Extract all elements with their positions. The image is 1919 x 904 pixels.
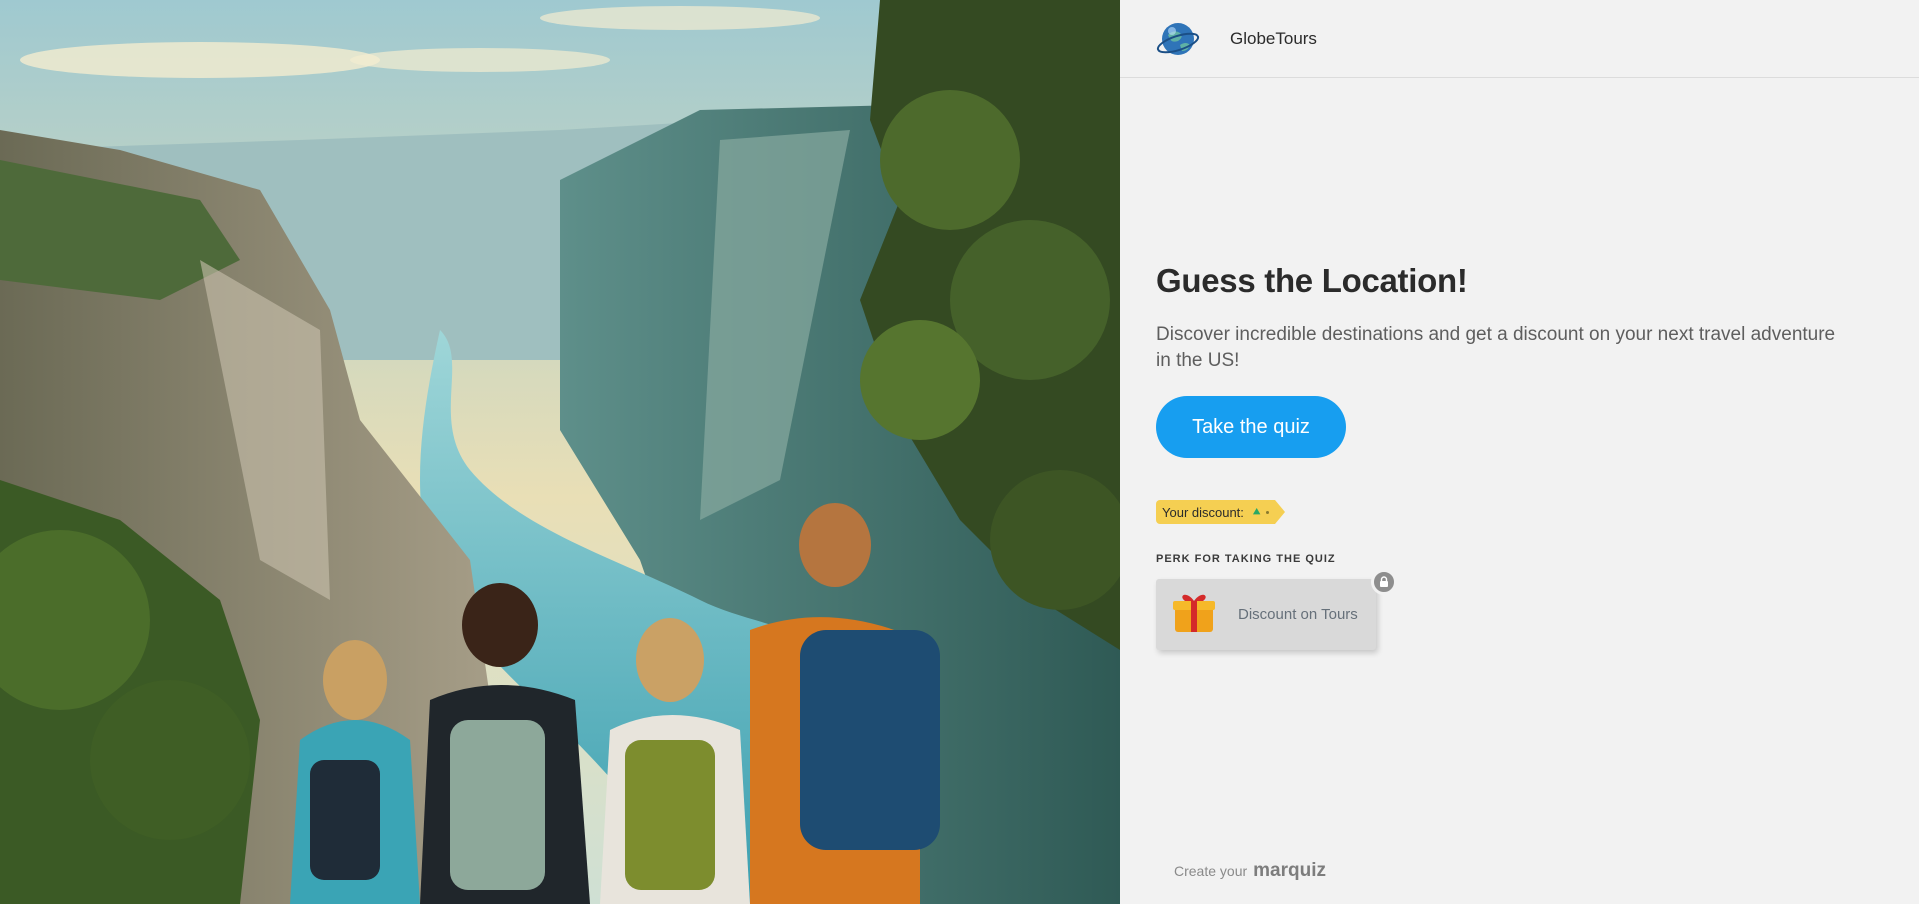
header: GlobeTours (1120, 0, 1919, 78)
perk-section-label: PERK FOR TAKING THE QUIZ (1156, 553, 1336, 565)
perk-card-label: Discount on Tours (1238, 606, 1358, 623)
footer-prefix: Create your (1174, 863, 1248, 879)
hero-image (0, 0, 1120, 904)
chevron-up-icon: ⯅ (1251, 504, 1262, 519)
globe-logo-icon (1156, 17, 1200, 61)
marquiz-logo: marquiz (1253, 860, 1327, 881)
page-subtitle: Discover incredible destinations and get… (1156, 324, 1836, 371)
marquiz-footer-link[interactable]: Create your marquiz (1174, 860, 1326, 882)
perk-card[interactable]: Discount on Tours (1156, 579, 1376, 650)
take-quiz-button[interactable]: Take the quiz (1156, 396, 1346, 458)
lock-icon (1371, 569, 1397, 595)
dot-icon (1265, 510, 1269, 514)
hero-text: Guess the Location! Discover incredible … (1156, 262, 1856, 458)
discount-tag: Your discount: ⯅ (1156, 500, 1285, 524)
brand-name: GlobeTours (1230, 28, 1317, 48)
discount-label: Your discount: (1162, 504, 1244, 520)
gift-icon (1170, 588, 1218, 641)
page-title: Guess the Location! (1156, 262, 1468, 299)
canyon-landscape-illustration (0, 0, 1120, 904)
quiz-panel: GlobeTours Guess the Location! Discover … (1120, 0, 1919, 904)
